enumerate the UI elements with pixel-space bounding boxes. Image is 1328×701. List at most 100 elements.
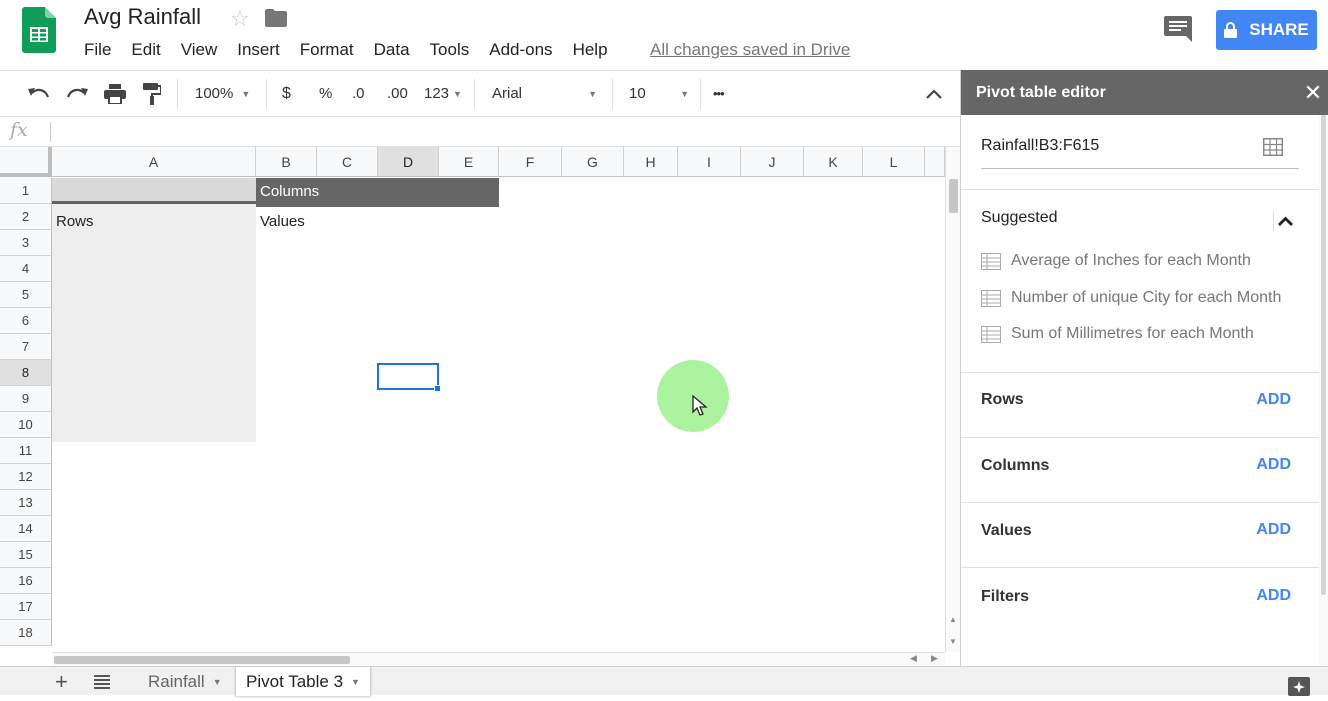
- data-range-field[interactable]: Rainfall!B3:F615: [981, 137, 1099, 155]
- chevron-up-icon[interactable]: [926, 71, 942, 116]
- undo-icon[interactable]: [28, 71, 50, 116]
- column-header-selected[interactable]: D: [378, 147, 439, 177]
- folder-icon[interactable]: [265, 9, 287, 27]
- panel-scrollbar[interactable]: [1319, 115, 1328, 666]
- menu-help[interactable]: Help: [573, 40, 608, 62]
- column-header[interactable]: I: [678, 147, 741, 177]
- sheet-tab-pivot-table-3[interactable]: Pivot Table 3 ▼: [235, 667, 371, 696]
- row-header-selected[interactable]: 8: [0, 360, 52, 386]
- row-header[interactable]: 2: [0, 204, 52, 230]
- filters-add-button[interactable]: ADD: [1256, 587, 1291, 605]
- add-sheet-icon[interactable]: +: [55, 669, 68, 695]
- horizontal-scroll-thumb[interactable]: [54, 656, 350, 664]
- fill-handle[interactable]: [434, 385, 441, 392]
- row-header[interactable]: 7: [0, 334, 52, 360]
- more-options-button[interactable]: •••: [713, 71, 725, 116]
- column-header[interactable]: G: [562, 147, 624, 177]
- row-header[interactable]: 9: [0, 386, 52, 412]
- document-title[interactable]: Avg Rainfall: [84, 4, 201, 30]
- number-format-select[interactable]: 123 ▼: [424, 71, 462, 116]
- horizontal-scrollbar[interactable]: ◀ ▶: [52, 652, 945, 666]
- title-bar: Avg Rainfall ☆ File Edit View Insert For…: [0, 0, 1328, 70]
- row-header[interactable]: 4: [0, 256, 52, 282]
- paint-format-icon[interactable]: [143, 71, 161, 116]
- columns-add-button[interactable]: ADD: [1256, 456, 1291, 474]
- column-header[interactable]: J: [741, 147, 804, 177]
- row-header[interactable]: 14: [0, 516, 52, 542]
- close-icon[interactable]: ✕: [1303, 70, 1323, 115]
- print-icon[interactable]: [104, 71, 126, 116]
- column-header[interactable]: E: [439, 147, 499, 177]
- row-header[interactable]: 15: [0, 542, 52, 568]
- column-header[interactable]: [925, 147, 945, 177]
- row-header[interactable]: 6: [0, 308, 52, 334]
- font-size-select[interactable]: 10 ▼: [629, 71, 689, 116]
- font-size-caret-icon: ▼: [680, 88, 689, 99]
- menu-view[interactable]: View: [181, 40, 218, 62]
- column-header[interactable]: H: [624, 147, 678, 177]
- suggestion-item[interactable]: Average of Inches for each Month: [981, 250, 1251, 272]
- menu-edit[interactable]: Edit: [131, 40, 160, 62]
- suggestion-item[interactable]: Sum of Millimetres for each Month: [981, 323, 1254, 345]
- column-header[interactable]: B: [256, 147, 317, 177]
- sheet-tab-rainfall[interactable]: Rainfall ▼: [138, 667, 232, 696]
- rows-add-button[interactable]: ADD: [1256, 391, 1291, 409]
- row-header[interactable]: 10: [0, 412, 52, 438]
- column-header[interactable]: C: [317, 147, 378, 177]
- panel-scroll-thumb[interactable]: [1321, 115, 1326, 595]
- column-header[interactable]: A: [52, 147, 256, 177]
- all-sheets-icon[interactable]: [94, 675, 110, 689]
- menu-insert[interactable]: Insert: [237, 40, 280, 62]
- pivot-columns-header[interactable]: Columns: [256, 178, 499, 207]
- menu-format[interactable]: Format: [300, 40, 354, 62]
- sheet-tab-caret-icon[interactable]: ▼: [351, 677, 360, 687]
- row-header[interactable]: 17: [0, 594, 52, 620]
- row-header[interactable]: 1: [0, 178, 52, 204]
- percent-button[interactable]: %: [319, 71, 332, 116]
- row-header[interactable]: 12: [0, 464, 52, 490]
- decrease-decimal-button[interactable]: .0: [352, 71, 365, 116]
- table-grid-icon[interactable]: [1263, 138, 1283, 156]
- row-header[interactable]: 3: [0, 230, 52, 256]
- star-icon[interactable]: ☆: [230, 6, 250, 32]
- share-button[interactable]: SHARE: [1216, 10, 1317, 50]
- scroll-up-arrow-icon[interactable]: ▲: [949, 615, 957, 624]
- increase-decimal-button[interactable]: .00: [387, 71, 408, 116]
- spreadsheet-grid[interactable]: Columns Rows Values A B C D E F G H I J …: [0, 147, 945, 652]
- save-status-link[interactable]: All changes saved in Drive: [650, 40, 850, 60]
- sheets-logo-icon[interactable]: [22, 7, 56, 53]
- chevron-up-icon[interactable]: [1273, 211, 1293, 231]
- column-header[interactable]: F: [499, 147, 562, 177]
- currency-button[interactable]: $: [282, 71, 291, 116]
- pivot-values-label[interactable]: Values: [260, 213, 305, 230]
- sheet-tab-caret-icon[interactable]: ▼: [213, 677, 222, 687]
- select-all-corner[interactable]: [0, 147, 52, 177]
- menu-addons[interactable]: Add-ons: [489, 40, 552, 62]
- formula-input[interactable]: [60, 122, 945, 142]
- zoom-select[interactable]: 100% ▼: [195, 71, 250, 116]
- row-header[interactable]: 18: [0, 620, 52, 646]
- column-header[interactable]: L: [863, 147, 925, 177]
- selected-cell-outline[interactable]: [377, 363, 439, 390]
- scroll-right-arrow-icon[interactable]: ▶: [931, 653, 938, 664]
- redo-icon[interactable]: [66, 71, 88, 116]
- font-family-select[interactable]: Arial ▼: [492, 71, 597, 116]
- menu-file[interactable]: File: [84, 40, 111, 62]
- vertical-scroll-thumb[interactable]: [949, 179, 958, 213]
- scroll-left-arrow-icon[interactable]: ◀: [910, 653, 917, 664]
- column-header[interactable]: K: [804, 147, 863, 177]
- row-header[interactable]: 11: [0, 438, 52, 464]
- suggestion-item[interactable]: Number of unique City for each Month: [981, 287, 1281, 309]
- values-add-button[interactable]: ADD: [1256, 521, 1291, 539]
- scroll-down-arrow-icon[interactable]: ▼: [949, 637, 957, 646]
- row-header[interactable]: 5: [0, 282, 52, 308]
- menu-tools[interactable]: Tools: [430, 40, 470, 62]
- vertical-scrollbar[interactable]: ▲ ▼: [945, 147, 960, 652]
- suggestion-label: Sum of Millimetres for each Month: [1011, 325, 1254, 342]
- row-header[interactable]: 16: [0, 568, 52, 594]
- comment-icon[interactable]: [1164, 16, 1192, 42]
- explore-icon[interactable]: [1288, 677, 1310, 696]
- pivot-rows-label[interactable]: Rows: [56, 213, 94, 230]
- menu-data[interactable]: Data: [374, 40, 410, 62]
- row-header[interactable]: 13: [0, 490, 52, 516]
